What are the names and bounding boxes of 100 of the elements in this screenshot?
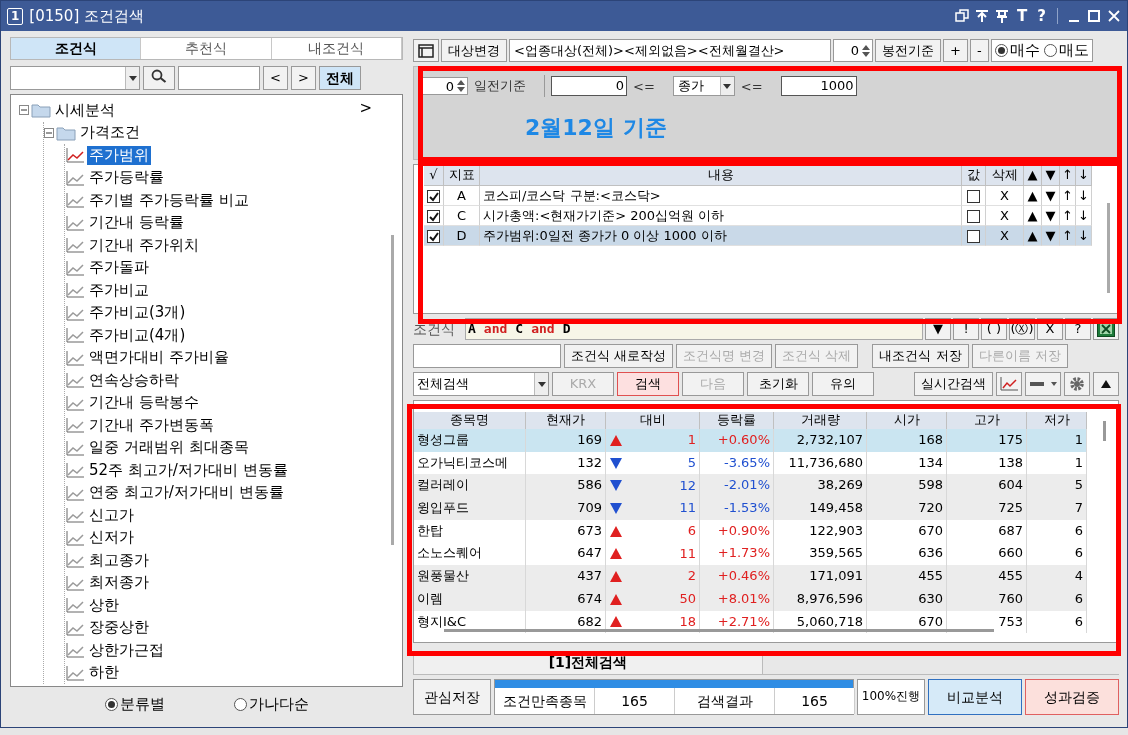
tree-item[interactable]: 신고가 — [87, 505, 136, 525]
field-dropdown[interactable]: 종가 — [672, 76, 735, 96]
checkbox[interactable] — [427, 230, 440, 243]
tree-item[interactable]: 주가비교(3개) — [87, 303, 188, 323]
tree-item[interactable]: 연중 최고가/저가대비 변동률 — [87, 483, 286, 503]
radio-button[interactable]: 매도 — [1043, 40, 1089, 61]
spin-arrows-icon[interactable] — [456, 78, 466, 94]
next-button[interactable]: > — [290, 66, 316, 90]
search-field[interactable] — [178, 66, 260, 90]
collapse-icon[interactable] — [19, 105, 29, 116]
line-chart-icon — [65, 462, 85, 479]
tree-item[interactable]: 주기별 주가등락률 비교 — [87, 190, 251, 210]
delete-button[interactable]: X — [986, 186, 1024, 206]
tree-item[interactable]: 주가돌파 — [87, 258, 151, 278]
search-button[interactable] — [143, 66, 175, 90]
tree-item[interactable]: 액면가대비 주가비율 — [87, 348, 231, 368]
tab[interactable]: 추천식 — [141, 38, 272, 59]
tree-item[interactable]: 주가비교 — [87, 280, 151, 300]
formula-action-button[interactable]: 내조건식 저장 — [872, 344, 969, 368]
collapse-button[interactable] — [1093, 372, 1119, 396]
tree-item[interactable]: 기간내 주가위치 — [87, 235, 201, 255]
settings-button[interactable] — [1064, 372, 1090, 396]
tree-item[interactable]: 상한 — [87, 595, 121, 615]
checkbox[interactable] — [967, 190, 980, 203]
search-action-button[interactable]: 유의 — [812, 372, 874, 396]
scope-dropdown[interactable]: 전체검색 — [413, 372, 549, 396]
minus-button[interactable]: - — [969, 39, 989, 62]
move-button[interactable]: ↑ — [1060, 226, 1076, 246]
tab[interactable]: 조건식 — [11, 38, 142, 59]
search-action-button[interactable]: 초기화 — [747, 372, 809, 396]
title-bar-button[interactable]: ? — [1035, 7, 1048, 25]
tree-item[interactable]: 주가범위 — [87, 145, 151, 165]
target-field[interactable]: <업종대상(전체)><제외없음><전체월결산> — [509, 39, 831, 62]
radio-button[interactable]: 매수 — [994, 40, 1040, 61]
checkbox[interactable] — [967, 230, 980, 243]
max-field[interactable]: 1000 — [780, 76, 857, 96]
scrollbar-thumb[interactable] — [391, 235, 394, 545]
min-field[interactable]: 0 — [551, 76, 627, 96]
tree-item[interactable]: 주가비교(4개) — [87, 325, 188, 345]
restore-icon[interactable] — [955, 9, 970, 23]
all-button[interactable]: 전체 — [318, 66, 361, 90]
name-field[interactable] — [413, 344, 561, 368]
checkbox[interactable] — [427, 190, 440, 203]
tree-item[interactable]: 가격조건 — [78, 123, 142, 143]
realtime-search-button[interactable]: 실시간검색 — [914, 372, 993, 396]
previous-button[interactable]: < — [263, 66, 288, 90]
tree-item[interactable]: 기간내 등락봉수 — [87, 393, 201, 413]
tree-item[interactable]: 최저종가 — [87, 573, 151, 593]
target-change-button[interactable]: 대상변경 — [441, 39, 507, 62]
tab[interactable]: 내조건식 — [271, 38, 402, 59]
tree-item[interactable]: 일중 거래범위 최대종목 — [87, 438, 251, 458]
pin-top-icon[interactable] — [975, 9, 990, 23]
tree-item[interactable]: 최고종가 — [87, 550, 151, 570]
table-cell: 674 — [526, 587, 606, 611]
tree-item[interactable]: 52주 최고가/저가대비 변동률 — [87, 460, 290, 480]
tree-item[interactable]: 하한 — [87, 663, 121, 683]
title-bar-button[interactable]: T — [1015, 7, 1030, 25]
scrollbar-thumb[interactable] — [1103, 421, 1106, 441]
checkbox[interactable] — [427, 210, 440, 223]
dropdown-field[interactable] — [10, 66, 140, 90]
number-spinner[interactable]: 0 — [833, 39, 873, 62]
formula-action-button[interactable]: 조건식 새로작성 — [564, 344, 674, 368]
number-spinner[interactable]: 0 — [420, 77, 468, 95]
pin-icon[interactable] — [995, 9, 1010, 23]
move-button[interactable]: ↓ — [1076, 226, 1092, 246]
search-action-button[interactable]: 검색 — [617, 372, 679, 396]
tree-item[interactable]: 시세분석 — [53, 100, 117, 120]
move-button[interactable]: ▼ — [1042, 226, 1060, 246]
tree-item[interactable]: 신저가 — [87, 528, 136, 548]
window-button[interactable] — [413, 39, 439, 62]
move-button[interactable]: ↓ — [1076, 186, 1092, 206]
tree-item[interactable]: 장중상한 — [87, 618, 151, 638]
scrollbar-thumb[interactable] — [444, 629, 994, 632]
verify-button[interactable]: 성과검증 — [1025, 679, 1119, 715]
close-icon[interactable] — [1107, 9, 1121, 23]
move-button[interactable]: ▲ — [1024, 186, 1042, 206]
compare-button[interactable]: 비교분석 — [928, 679, 1022, 715]
radio-button[interactable]: 분류별 — [104, 694, 165, 714]
column-header: ▲ — [1024, 165, 1042, 186]
checkbox[interactable] — [967, 210, 980, 223]
delete-button[interactable]: X — [986, 226, 1024, 246]
collapse-icon[interactable] — [44, 127, 54, 138]
column-header: 지표 — [444, 165, 480, 186]
scroll-right-arrow[interactable]: > — [359, 99, 372, 117]
tree-item[interactable]: 기간내 주가변동폭 — [87, 415, 216, 435]
bars-basis-button[interactable]: 봉전기준 — [875, 39, 941, 62]
move-button[interactable]: ▼ — [1042, 186, 1060, 206]
tree-item[interactable]: 상한가근접 — [87, 640, 166, 660]
minus-dropdown-button[interactable] — [1025, 372, 1061, 396]
tree-item[interactable]: 주가등락률 — [87, 168, 166, 188]
chart-button[interactable] — [996, 372, 1022, 396]
radio-button[interactable]: 가나다순 — [233, 694, 309, 714]
move-button[interactable]: ▲ — [1024, 226, 1042, 246]
scrollbar-thumb[interactable] — [1107, 203, 1110, 293]
maximize-icon[interactable] — [1087, 9, 1101, 23]
watchlist-save-button[interactable]: 관심저장 — [413, 679, 491, 715]
tree-item[interactable]: 연속상승하락 — [87, 370, 181, 390]
tree-item[interactable]: 기간내 등락률 — [87, 213, 186, 233]
plus-button[interactable]: + — [943, 39, 968, 62]
move-button[interactable]: ↑ — [1060, 186, 1076, 206]
